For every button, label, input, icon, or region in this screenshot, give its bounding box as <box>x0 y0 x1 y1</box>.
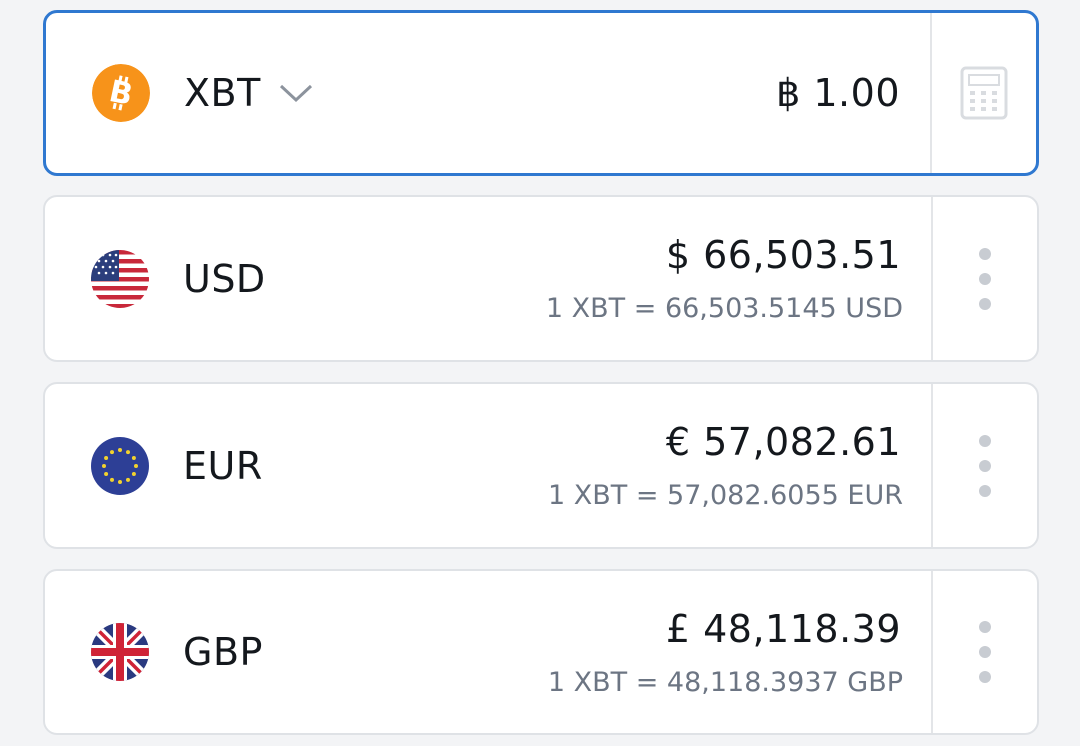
conversion-card-main[interactable]: GBP £ 48,118.39 1 XBT = 48,118.3937 GBP <box>45 571 931 733</box>
exchange-rate: 1 XBT = 48,118.3937 GBP <box>547 667 903 698</box>
conversion-card-usd[interactable]: USD $ 66,503.51 1 XBT = 66,503.5145 USD <box>43 195 1039 362</box>
conversion-card-eur[interactable]: EUR € 57,082.61 1 XBT = 57,082.6055 EUR <box>43 382 1039 549</box>
calculator-button[interactable] <box>930 13 1036 173</box>
more-vertical-icon <box>979 434 991 497</box>
chevron-down-icon[interactable] <box>278 82 314 104</box>
conversion-card-main[interactable]: EUR € 57,082.61 1 XBT = 57,082.6055 EUR <box>45 384 931 547</box>
converted-amount: £ 48,118.39 <box>665 607 901 651</box>
calculator-icon <box>960 66 1008 120</box>
us-flag-icon <box>91 249 149 308</box>
more-options-button[interactable] <box>931 384 1037 547</box>
currency-list: B XBT ฿ 1.00 USD $ 66,503.51 1 XBT = 66,… <box>0 0 1080 746</box>
exchange-rate: 1 XBT = 66,503.5145 USD <box>545 293 903 324</box>
conversion-card-main[interactable]: USD $ 66,503.51 1 XBT = 66,503.5145 USD <box>45 197 931 360</box>
more-options-button[interactable] <box>931 197 1037 360</box>
converted-amount: € 57,082.61 <box>665 420 901 464</box>
converted-amount: $ 66,503.51 <box>665 233 901 277</box>
more-options-button[interactable] <box>931 571 1037 733</box>
more-vertical-icon <box>979 621 991 683</box>
exchange-rate: 1 XBT = 57,082.6055 EUR <box>548 480 903 511</box>
base-currency-code[interactable]: XBT <box>184 71 261 115</box>
bitcoin-icon: B <box>92 64 150 122</box>
eu-flag-icon <box>91 436 149 495</box>
currency-code: USD <box>183 256 266 301</box>
currency-code: GBP <box>183 630 263 674</box>
base-amount-input[interactable]: ฿ 1.00 <box>776 71 900 115</box>
base-currency-card[interactable]: B XBT ฿ 1.00 <box>43 10 1039 176</box>
base-currency-input-area[interactable]: B XBT ฿ 1.00 <box>46 13 930 173</box>
uk-flag-icon <box>91 623 149 681</box>
conversion-card-gbp[interactable]: GBP £ 48,118.39 1 XBT = 48,118.3937 GBP <box>43 569 1039 735</box>
currency-code: EUR <box>183 443 263 488</box>
more-vertical-icon <box>979 247 991 310</box>
